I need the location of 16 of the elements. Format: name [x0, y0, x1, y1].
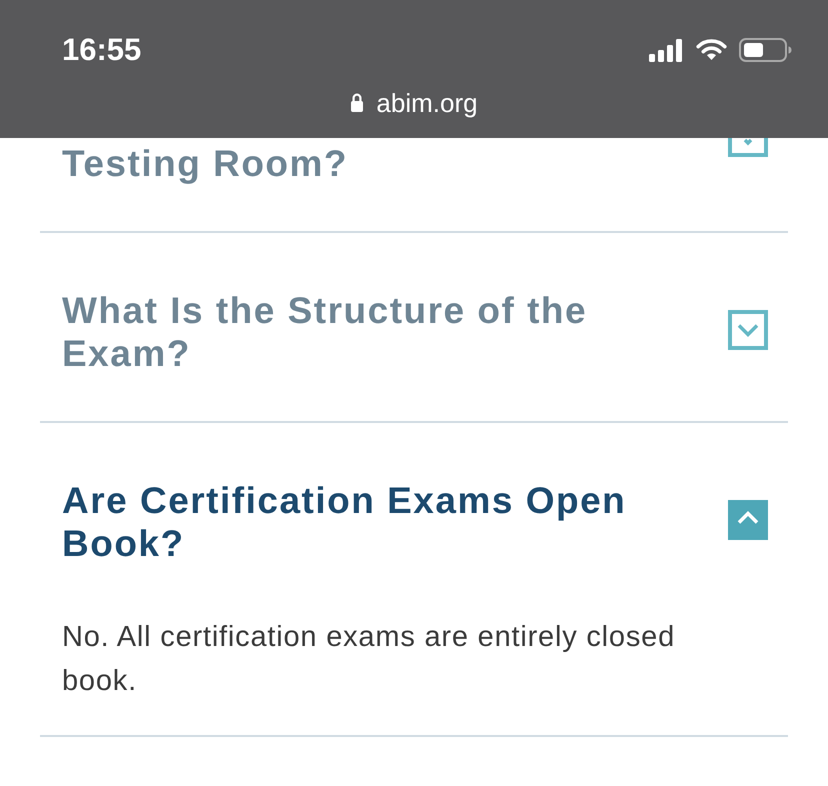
chevron-down-icon [737, 324, 759, 336]
lock-icon [350, 92, 364, 112]
faq-question[interactable]: Testing Room? [62, 138, 348, 185]
clock-time: 16:55 [62, 31, 142, 69]
chevron-down-icon [744, 138, 752, 146]
faq-question[interactable]: Are Certification Exams Open Book? [62, 479, 682, 565]
battery-icon [739, 38, 792, 62]
chevron-up-icon [737, 511, 759, 524]
signal-icon [649, 38, 684, 62]
toggle-button[interactable] [728, 138, 768, 157]
wifi-icon [696, 39, 727, 61]
faq-answer: No. All certification exams are entirely closed book. [62, 620, 676, 699]
toggle-button[interactable] [728, 310, 768, 350]
faq-question[interactable]: What Is the Structure of the Exam? [62, 289, 682, 375]
url-text[interactable]: abim.org [376, 85, 478, 121]
toggle-button[interactable] [728, 500, 768, 540]
